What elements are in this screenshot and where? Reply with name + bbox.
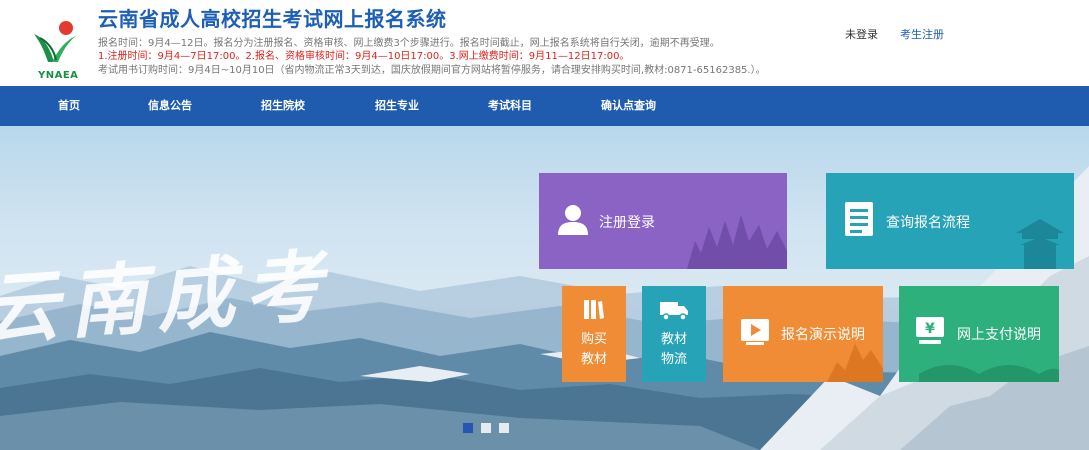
payment-guide-tile[interactable]: ¥ 网上支付说明 [899,286,1059,382]
nav-home[interactable]: 首页 [58,86,80,126]
user-icon [558,205,588,235]
site-title: 云南省成人高校招生考试网上报名系统 [98,7,447,31]
bridge-decoration-icon [919,365,1059,382]
nav-institutions[interactable]: 招生院校 [261,86,305,126]
login-status: 未登录 [845,28,878,41]
svg-text:¥: ¥ [925,321,935,337]
video-play-icon [741,319,769,345]
slider-dot-3[interactable] [499,423,509,433]
books-logistics-label-line1: 教材 [660,332,687,347]
register-login-tile[interactable]: 注册登录 [539,173,787,269]
notice-book-ordering: 考试用书订购时间：9月4日~10月10日（省内物流正常3天到达，国庆放假期间官方… [98,65,766,76]
nav-majors[interactable]: 招生专业 [375,86,419,126]
books-icon [584,300,604,319]
karst-peaks-decoration-icon [687,215,787,269]
nav-confirmation-sites[interactable]: 确认点查询 [601,86,656,126]
ynaea-logo[interactable]: YNAEA [32,18,84,88]
register-link[interactable]: 考生注册 [900,26,944,42]
slider-dot-2[interactable] [481,423,491,433]
pavilion-decoration-icon [1016,219,1064,269]
buy-books-label-line2: 教材 [580,352,607,367]
logo-text: YNAEA [38,70,79,81]
main-navbar: 首页 信息公告 招生院校 招生专业 考试科目 确认点查询 [0,86,1089,126]
notice-schedule: 1.注册时间：9月4—7日17:00。2.报名、资格审核时间：9月4—10日17… [98,51,630,62]
buy-books-label-line1: 购买 [580,332,607,347]
site-header: YNAEA 云南省成人高校招生考试网上报名系统 报名时间：9月4—12日。报名分… [0,0,1089,86]
nav-exam-subjects[interactable]: 考试科目 [488,86,532,126]
process-query-label: 查询报名流程 [886,215,970,231]
document-list-icon [845,202,873,236]
demo-guide-tile[interactable]: 报名演示说明 [723,286,883,382]
process-query-tile[interactable]: 查询报名流程 [826,173,1074,269]
yen-payment-icon: ¥ [916,317,944,344]
register-login-label: 注册登录 [599,215,655,231]
buy-books-tile[interactable]: 购买 教材 [562,286,626,382]
payment-guide-label: 网上支付说明 [957,327,1041,343]
notice-registration-period: 报名时间：9月4—12日。报名分为注册报名、资格审核、网上缴费3个步骤进行。报名… [98,38,720,49]
mountain-decoration-icon [827,344,883,382]
books-logistics-tile[interactable]: 教材 物流 [642,286,706,382]
slider-dot-1[interactable] [463,423,473,433]
truck-icon [660,302,688,321]
hero-banner: 云南成考 注册登录 查询报名流程 购买 教材 教材 物流 报名演示说明 ¥ 网上… [0,126,1089,450]
nav-announcements[interactable]: 信息公告 [148,86,192,126]
books-logistics-label-line2: 物流 [660,352,687,367]
